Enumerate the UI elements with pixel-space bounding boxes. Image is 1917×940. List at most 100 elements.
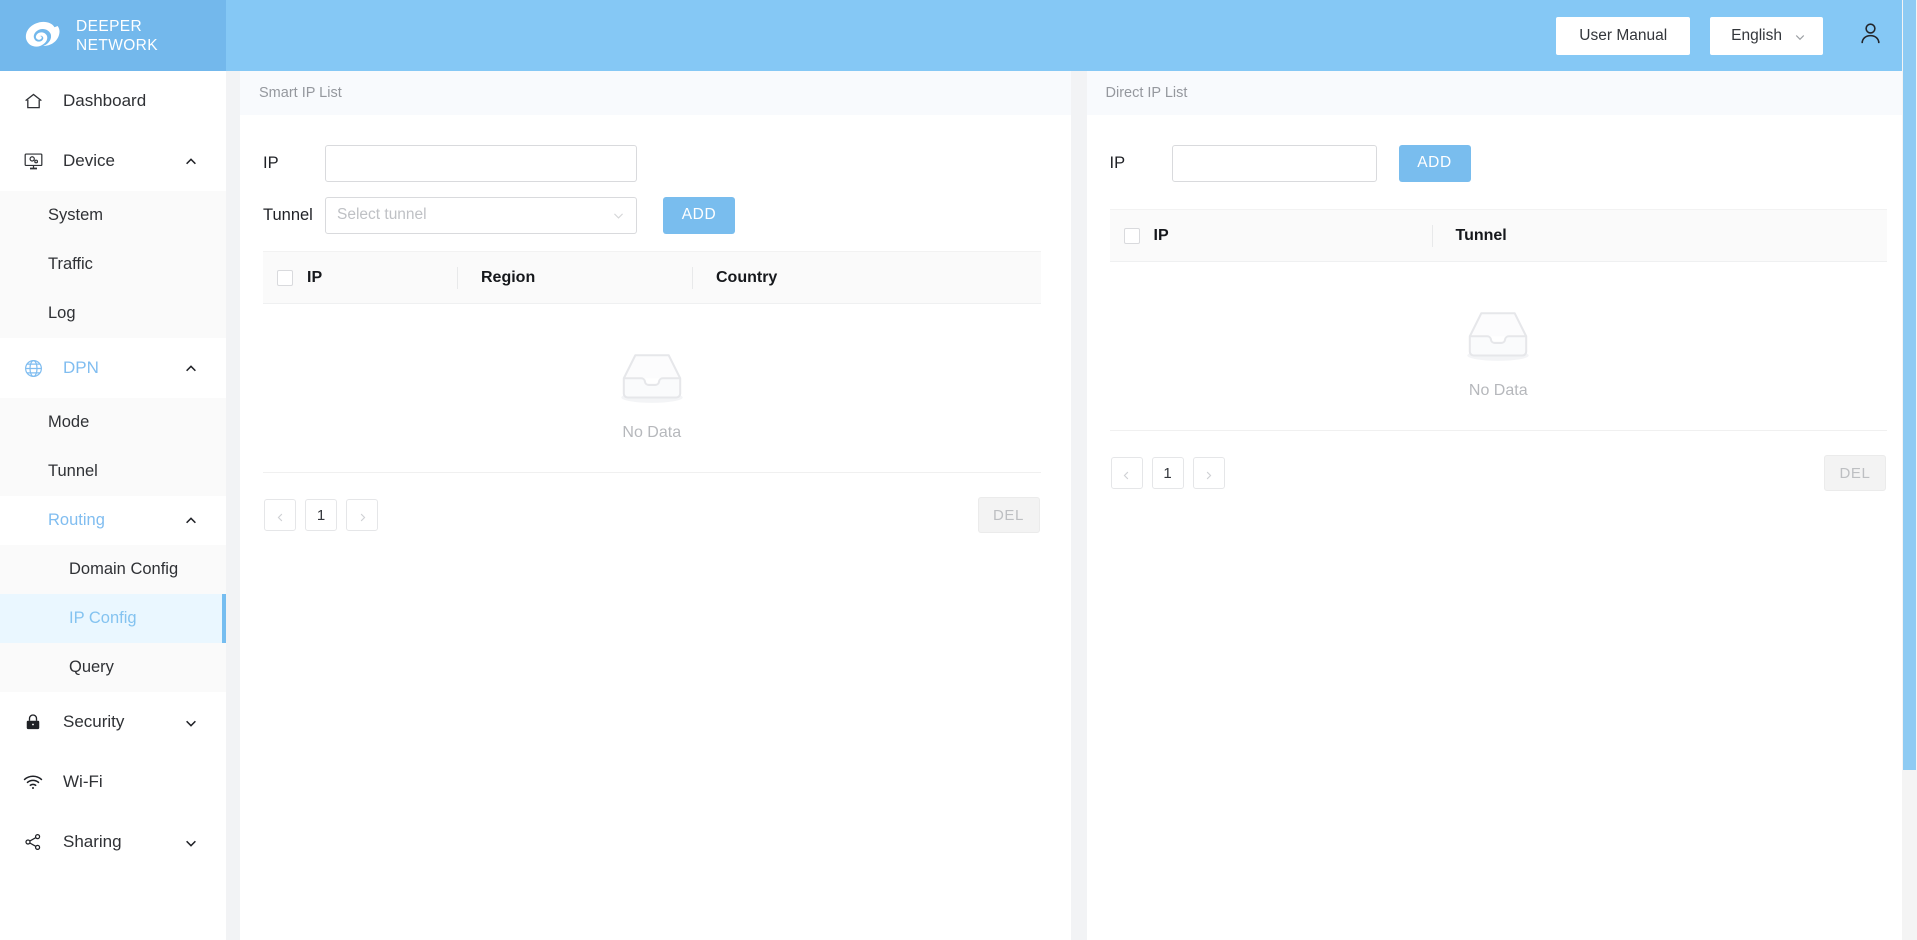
direct-ip-label: IP <box>1109 153 1126 172</box>
smart-col-region: Region <box>457 252 692 303</box>
user-manual-button[interactable]: User Manual <box>1556 16 1691 55</box>
smart-select-all-cell <box>263 269 307 286</box>
smart-ip-table: IP Region Country No Data 1 DEL <box>263 251 1041 533</box>
chevron-down-icon <box>1794 30 1806 42</box>
page-scrollbar-track[interactable] <box>1902 0 1917 940</box>
direct-ip-field-row: IP ADD <box>1110 137 1888 189</box>
chevron-up-icon[interactable] <box>184 361 198 375</box>
device-submenu: System Traffic Log <box>0 191 226 338</box>
sidebar-item-ip-config[interactable]: IP Config <box>0 594 226 643</box>
smart-ip-label: IP <box>263 153 279 172</box>
sidebar-item-label: Sharing <box>63 832 122 851</box>
home-icon <box>20 91 46 112</box>
smart-tunnel-selected-value: Select tunnel <box>337 206 427 223</box>
sidebar-item-label: Wi-Fi <box>63 772 103 791</box>
direct-page-next[interactable] <box>1192 457 1225 489</box>
sidebar-item-query[interactable]: Query <box>0 643 226 692</box>
sidebar-item-mode[interactable]: Mode <box>0 398 226 447</box>
chevron-right-icon <box>1203 468 1214 479</box>
chevron-down-icon <box>612 209 625 222</box>
sidebar-item-label: Dashboard <box>63 91 147 110</box>
checkbox-unchecked-icon[interactable] <box>1123 227 1140 244</box>
sidebar-item-traffic[interactable]: Traffic <box>0 240 226 289</box>
smart-table-header-row: IP Region Country <box>263 251 1041 304</box>
brand-logo[interactable]: DEEPER NETWORK <box>0 0 226 71</box>
direct-del-button[interactable]: DEL <box>1824 455 1886 491</box>
smart-tunnel-field-row: Tunnel Select tunnel ADD <box>263 189 1041 241</box>
sidebar-item-label: Security <box>63 712 125 731</box>
sidebar-item-label: Mode <box>48 413 90 431</box>
content-area: Smart IP List IP Tunnel Select tunnel AD… <box>226 71 1917 940</box>
direct-empty-state: No Data <box>1110 262 1888 430</box>
smart-ip-field-row: IP <box>263 137 1041 189</box>
sidebar-item-dashboard[interactable]: Dashboard <box>0 71 226 131</box>
sidebar-item-log[interactable]: Log <box>0 289 226 338</box>
direct-table-header-row: IP Tunnel <box>1109 209 1887 262</box>
topbar: User Manual English <box>226 0 1917 71</box>
sidebar-item-domain-config[interactable]: Domain Config <box>0 545 226 594</box>
smart-empty-label: No Data <box>622 424 682 441</box>
sidebar-item-label: DPN <box>63 358 99 377</box>
sidebar-item-security[interactable]: Security <box>0 692 226 752</box>
sidebar-item-tunnel[interactable]: Tunnel <box>0 447 226 496</box>
globe-icon <box>20 358 46 379</box>
smart-tunnel-select[interactable]: Select tunnel <box>325 196 637 234</box>
sidebar-item-label: Tunnel <box>48 462 98 480</box>
chevron-left-icon <box>1121 468 1132 479</box>
brand-line-2: NETWORK <box>76 36 159 54</box>
smart-ip-list-panel: Smart IP List IP Tunnel Select tunnel AD… <box>240 71 1071 940</box>
deeper-swirl-logo-icon <box>22 16 62 56</box>
smart-add-button[interactable]: ADD <box>663 196 735 234</box>
language-label: English <box>1731 26 1782 44</box>
sidebar-item-label: Domain Config <box>69 560 179 578</box>
user-avatar-icon <box>1857 20 1884 52</box>
direct-add-button[interactable]: ADD <box>1398 144 1471 182</box>
direct-pagination: 1 <box>1110 457 1225 489</box>
sidebar-item-label: Device <box>63 151 115 170</box>
smart-page-next[interactable] <box>346 499 378 531</box>
smart-del-button[interactable]: DEL <box>977 497 1040 533</box>
brand-name: DEEPER NETWORK <box>76 17 158 55</box>
page-scrollbar-thumb[interactable] <box>1903 0 1916 770</box>
sidebar-item-sharing[interactable]: Sharing <box>0 812 226 872</box>
sidebar-item-system[interactable]: System <box>0 191 226 240</box>
smart-ip-input[interactable] <box>325 144 637 182</box>
smart-page-1[interactable]: 1 <box>305 499 337 531</box>
sidebar-item-dpn[interactable]: DPN <box>0 338 226 398</box>
chevron-left-icon <box>275 510 286 521</box>
direct-pagination-bar: 1 DEL <box>1110 431 1888 491</box>
sidebar: DEEPER NETWORK Dashboard Device System T… <box>0 0 226 940</box>
direct-ip-input[interactable] <box>1171 144 1377 182</box>
main-area: User Manual English Smart IP List IP Tun… <box>226 0 1917 940</box>
sidebar-item-label: Log <box>48 304 76 322</box>
dpn-submenu: Mode Tunnel Routing Domain Config IP Con… <box>0 398 226 692</box>
sidebar-item-device[interactable]: Device <box>0 131 226 191</box>
lock-icon <box>20 712 46 732</box>
smart-ip-list-title: Smart IP List <box>240 71 1071 115</box>
chevron-up-icon[interactable] <box>184 514 198 528</box>
chevron-down-icon[interactable] <box>184 715 198 729</box>
direct-select-all-cell <box>1110 227 1154 244</box>
smart-col-ip: IP <box>307 268 323 286</box>
smart-tunnel-label: Tunnel <box>263 205 313 224</box>
sidebar-item-label: Query <box>69 658 114 676</box>
chevron-up-icon[interactable] <box>184 154 198 168</box>
topbar-actions: User Manual English <box>1556 16 1823 55</box>
sidebar-item-wifi[interactable]: Wi-Fi <box>0 752 226 812</box>
direct-ip-list-body: IP ADD IP Tunnel No Data 1 DEL <box>1087 115 1917 940</box>
direct-empty-label: No Data <box>1468 382 1528 399</box>
chevron-down-icon[interactable] <box>184 835 198 849</box>
device-monitor-gear-icon <box>20 151 46 172</box>
sidebar-item-label: Routing <box>48 511 105 529</box>
language-selector[interactable]: English <box>1710 16 1823 55</box>
empty-box-icon <box>611 346 693 413</box>
direct-page-1[interactable]: 1 <box>1151 457 1184 489</box>
direct-page-prev[interactable] <box>1110 457 1143 489</box>
smart-page-prev[interactable] <box>264 499 296 531</box>
checkbox-unchecked-icon[interactable] <box>277 269 293 286</box>
brand-line-1: DEEPER <box>76 17 143 35</box>
sidebar-item-routing[interactable]: Routing <box>0 496 226 545</box>
smart-empty-state: No Data <box>263 304 1041 472</box>
smart-pagination: 1 <box>264 499 378 531</box>
smart-ip-list-body: IP Tunnel Select tunnel ADD IP Region Co… <box>240 115 1071 940</box>
